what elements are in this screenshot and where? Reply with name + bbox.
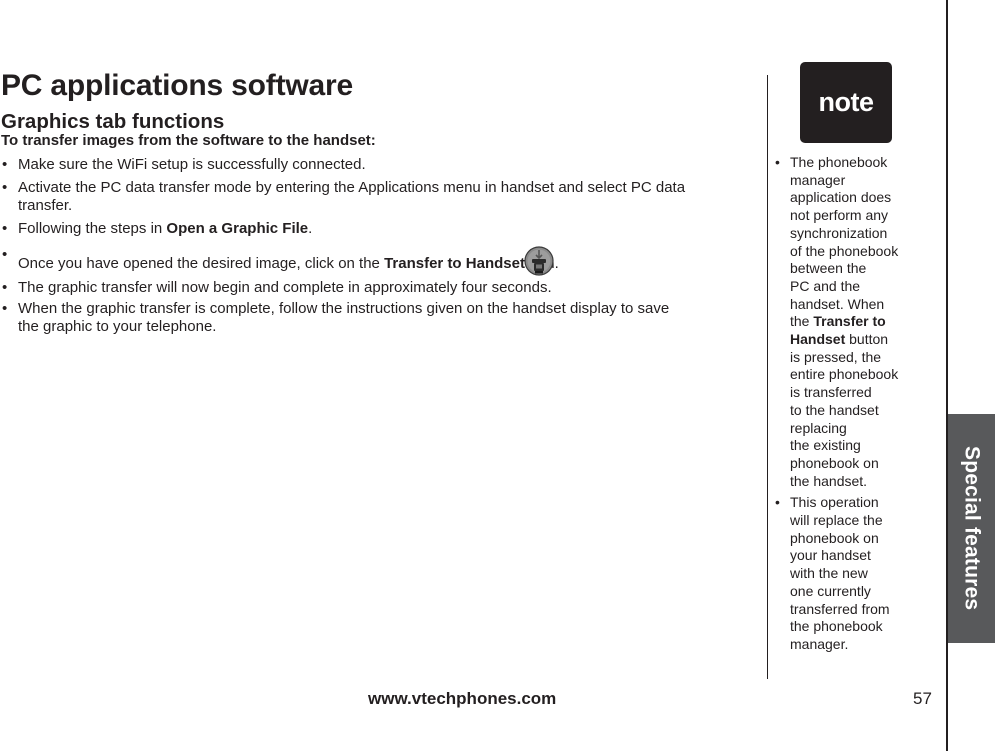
note-line: synchronization <box>790 224 888 241</box>
subheading: To transfer images from the software to … <box>1 132 376 149</box>
open-graphic-file-reference: Open a Graphic File <box>166 220 309 237</box>
note-line: phonebook on <box>790 454 879 471</box>
note-item: The phonebook manager application does n… <box>772 154 922 490</box>
note-badge-label: note <box>818 87 875 117</box>
note-line: your handset <box>790 547 871 564</box>
step-item: Make sure the WiFi setup is successfully… <box>0 156 760 174</box>
note-text: the <box>790 313 814 330</box>
note-line: between the <box>790 260 867 277</box>
note-line: is pressed, the <box>790 348 882 365</box>
note-line: phonebook on <box>790 529 879 546</box>
step-item: Following the steps in Open a Graphic Fi… <box>0 220 760 238</box>
note-line: the Transfer to <box>790 313 922 331</box>
step-text: Following the steps in <box>18 220 167 237</box>
page-number: 57 <box>913 689 932 708</box>
note-line: replacing <box>790 419 847 436</box>
step-text: transfer. <box>18 197 73 214</box>
page-title: PC applications software <box>1 69 353 102</box>
note-line: not perform any <box>790 207 889 224</box>
transfer-to-handset-icon <box>524 246 554 276</box>
note-line: with the new <box>790 565 868 582</box>
note-line: PC and the <box>790 277 861 294</box>
note-badge: note <box>800 62 892 143</box>
note-line: manager. <box>790 635 849 652</box>
transfer-to-handset-label: Handset <box>790 331 846 348</box>
note-line: The phonebook <box>790 154 888 170</box>
footer-url: www.vtechphones.com <box>368 689 557 708</box>
note-line: This operation <box>790 494 879 511</box>
step-text: Make sure the WiFi setup is successfully… <box>18 156 366 173</box>
step-item: When the graphic transfer is complete, f… <box>0 300 760 336</box>
note-line: handset. When <box>790 295 885 312</box>
note-line: the phonebook <box>790 618 883 635</box>
step-text: . <box>308 220 313 237</box>
notes-list: The phonebook manager application does n… <box>772 154 922 654</box>
section-title: Graphics tab functions <box>1 110 225 133</box>
note-line: one currently <box>790 582 871 599</box>
step-text: Activate the PC data transfer mode by en… <box>18 179 686 196</box>
note-item: This operation will replace the phoneboo… <box>772 494 922 653</box>
note-line: Handset button <box>790 331 922 349</box>
step-item: The graphic transfer will now begin and … <box>0 279 760 297</box>
transfer-to-handset-label: Transfer to Handset <box>384 255 525 272</box>
section-tab: Special features <box>948 414 995 643</box>
note-text: button <box>845 331 889 348</box>
step-item: Once you have opened the desired image, … <box>0 246 760 276</box>
note-line: of the phonebook <box>790 242 899 259</box>
note-line: is transferred <box>790 384 872 401</box>
step-item: Activate the PC data transfer mode by en… <box>0 179 760 215</box>
step-text: The graphic transfer will now begin and … <box>18 279 552 296</box>
note-line: will replace the <box>790 512 883 529</box>
note-line: the handset. <box>790 472 868 489</box>
step-text: Once you have opened the desired image, … <box>18 255 385 272</box>
section-tab-label: Special features <box>960 446 984 611</box>
note-line: to the handset <box>790 401 879 418</box>
transfer-to-handset-label: Transfer to <box>813 313 886 330</box>
steps-list: Make sure the WiFi setup is successfully… <box>0 154 760 336</box>
note-line: transferred from <box>790 600 890 617</box>
step-text: the graphic to your telephone. <box>18 318 217 335</box>
note-line: entire phonebook <box>790 366 899 383</box>
note-line: application does <box>790 189 892 206</box>
note-line: manager <box>790 171 846 188</box>
note-line: the existing <box>790 437 861 454</box>
column-divider <box>767 75 768 679</box>
step-text: When the graphic transfer is complete, f… <box>18 300 670 317</box>
